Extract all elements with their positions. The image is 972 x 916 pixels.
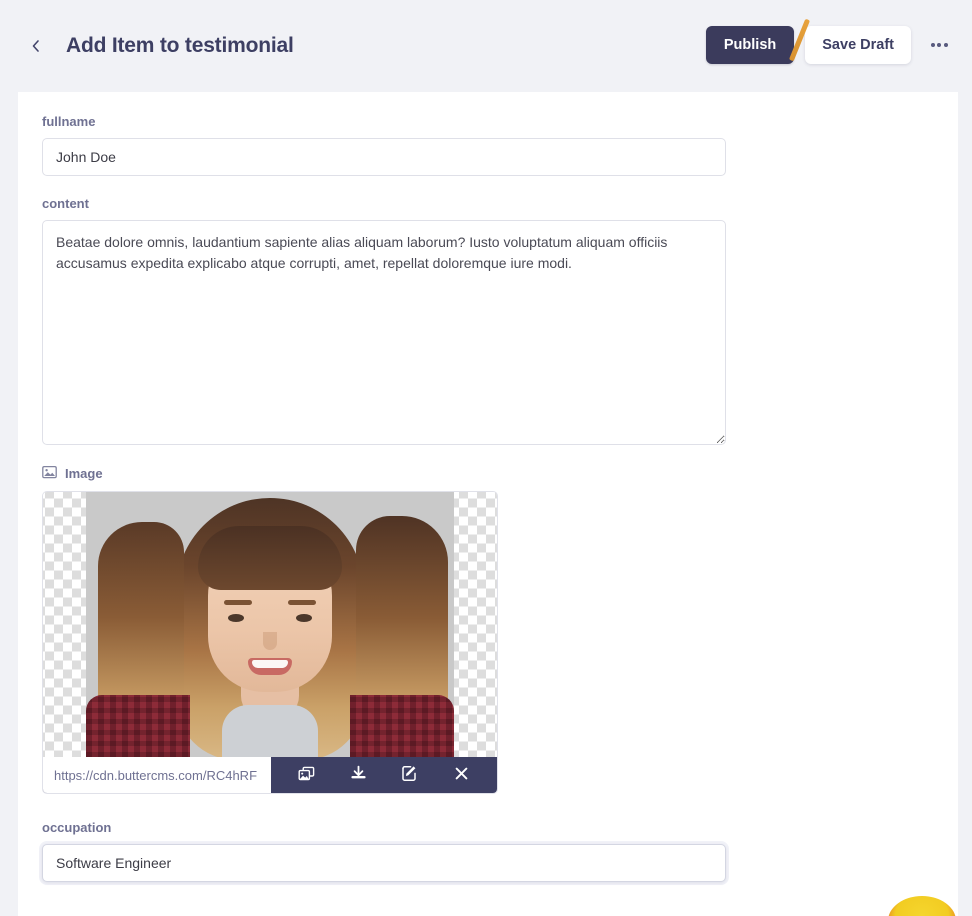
image-url-input[interactable]: https://cdn.buttercms.com/RC4hRF bbox=[43, 757, 271, 793]
edit-image-button[interactable] bbox=[396, 761, 424, 789]
image-label-row: Image bbox=[42, 465, 934, 482]
fullname-label: fullname bbox=[42, 114, 96, 129]
portrait-photo bbox=[86, 492, 454, 757]
back-button[interactable] bbox=[24, 34, 48, 58]
app-root: Add Item to testimonial Publish Save Dra… bbox=[0, 0, 972, 916]
image-widget: https://cdn.buttercms.com/RC4hRF bbox=[42, 491, 498, 794]
image-icon bbox=[42, 465, 57, 482]
occupation-label: occupation bbox=[42, 820, 112, 835]
download-icon bbox=[350, 765, 367, 785]
fullname-input[interactable] bbox=[42, 138, 726, 176]
edit-pencil-icon bbox=[401, 765, 418, 785]
field-occupation: occupation bbox=[42, 820, 934, 882]
image-tool-buttons bbox=[271, 757, 497, 793]
publish-button[interactable]: Publish bbox=[705, 26, 795, 64]
floating-widget-peek[interactable] bbox=[888, 896, 956, 916]
copy-images-icon bbox=[298, 766, 315, 785]
field-image: Image https://cdn.buttercms.com/RC4hRF bbox=[42, 465, 934, 794]
page-header: Add Item to testimonial Publish Save Dra… bbox=[0, 0, 972, 92]
save-draft-button[interactable]: Save Draft bbox=[805, 26, 911, 64]
field-content: content Beatae dolore omnis, laudantium … bbox=[42, 196, 934, 445]
content-label: content bbox=[42, 196, 89, 211]
content-textarea[interactable]: Beatae dolore omnis, laudantium sapiente… bbox=[42, 220, 726, 445]
remove-image-button[interactable] bbox=[447, 761, 475, 789]
image-label-text: Image bbox=[65, 466, 103, 481]
occupation-input[interactable] bbox=[42, 844, 726, 882]
content-panel: fullname content Beatae dolore omnis, la… bbox=[18, 92, 958, 916]
ellipsis-icon-dot bbox=[937, 43, 941, 47]
ellipsis-icon-dot bbox=[930, 43, 935, 47]
header-actions: Publish Save Draft bbox=[705, 26, 954, 64]
page-title: Add Item to testimonial bbox=[66, 34, 294, 57]
image-preview[interactable] bbox=[43, 492, 497, 757]
download-image-button[interactable] bbox=[344, 761, 372, 789]
replace-image-button[interactable] bbox=[293, 761, 321, 789]
chevron-left-icon bbox=[30, 39, 42, 53]
more-options-button[interactable] bbox=[924, 30, 954, 60]
image-toolbar: https://cdn.buttercms.com/RC4hRF bbox=[43, 757, 497, 793]
field-fullname: fullname bbox=[42, 114, 934, 176]
ellipsis-icon-dot bbox=[943, 43, 948, 47]
close-x-icon bbox=[454, 766, 469, 784]
image-thumbnail bbox=[43, 492, 497, 757]
